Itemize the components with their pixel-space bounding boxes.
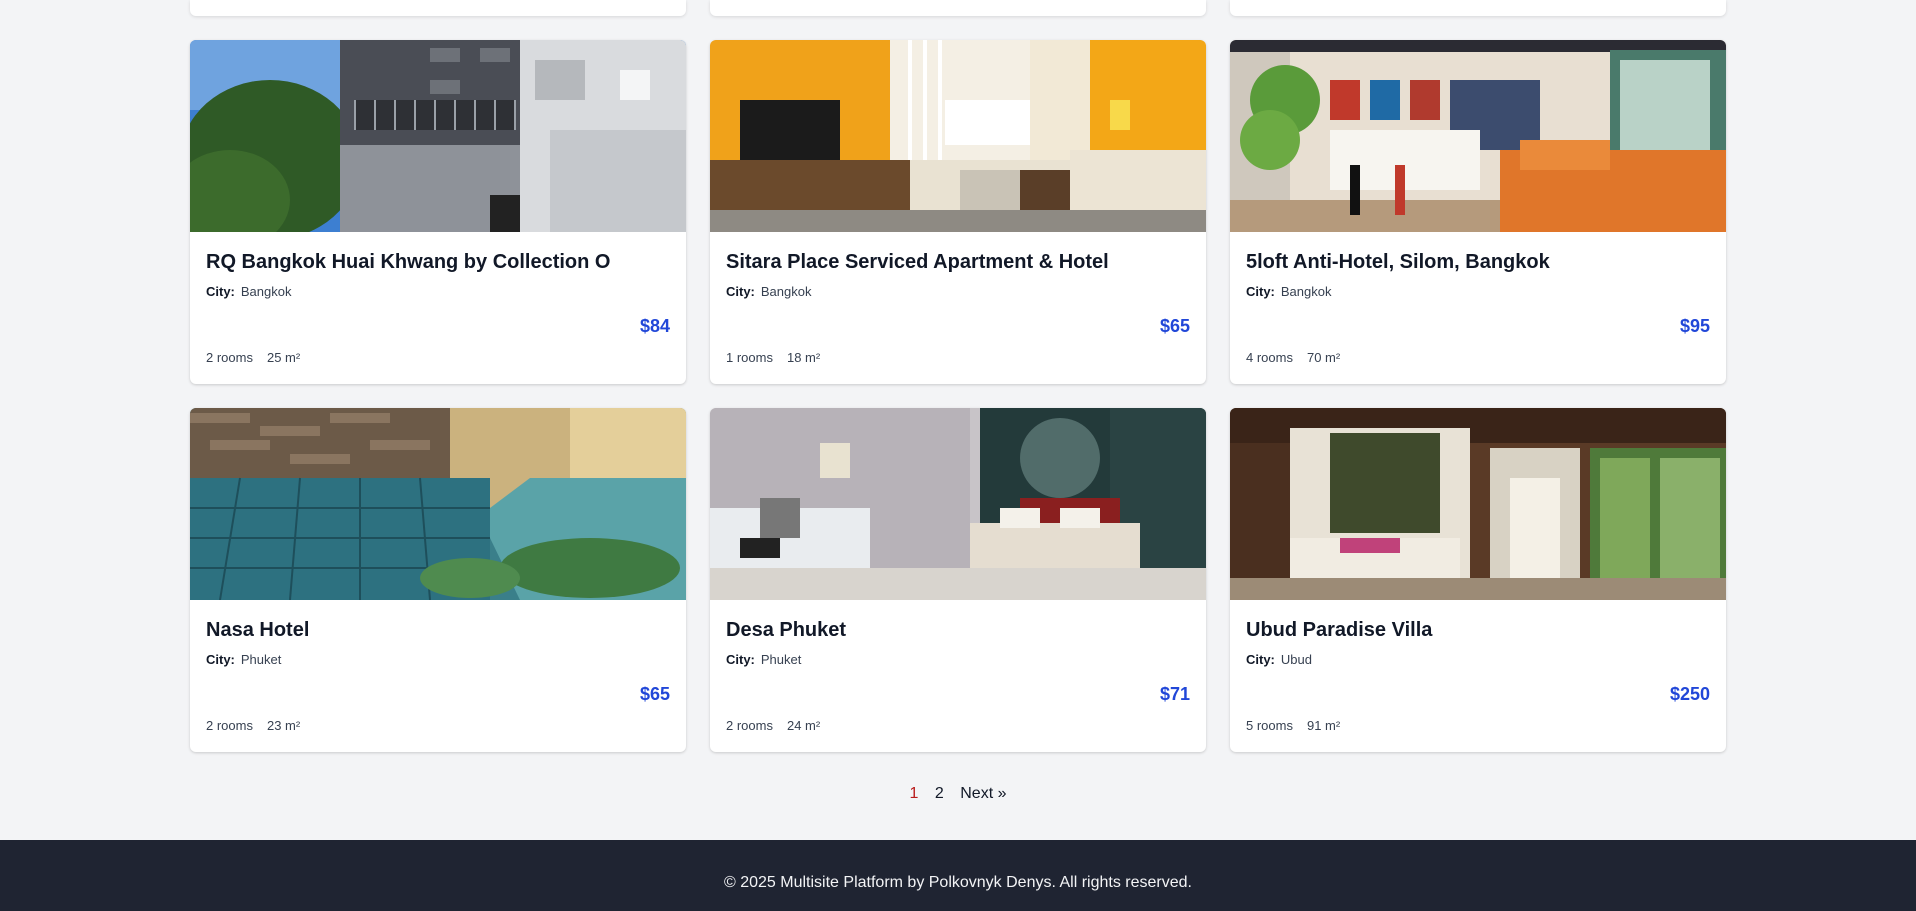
hotel-city: City: Bangkok [1246, 284, 1710, 300]
card-stub [1230, 0, 1726, 16]
hotel-card[interactable]: Ubud Paradise Villa City: Ubud $250 5 roo… [1230, 408, 1726, 752]
area-size: 18 m² [786, 350, 821, 365]
card-body: 5loft Anti-Hotel, Silom, Bangkok City: Ba… [1230, 232, 1726, 384]
hotel-photo[interactable] [710, 408, 1206, 600]
previous-row-stubs [190, 0, 1726, 16]
hotel-photo[interactable] [710, 40, 1206, 232]
hotel-city: City: Bangkok [206, 284, 670, 300]
city-value: Ubud [1280, 652, 1312, 667]
area-size: 91 m² [1306, 718, 1341, 733]
area-size: 25 m² [266, 350, 301, 365]
hotel-card[interactable]: Nasa Hotel City: Phuket $65 2 rooms 23 m² [190, 408, 686, 752]
hotel-photo[interactable] [190, 40, 686, 232]
hotel-card[interactable]: 5loft Anti-Hotel, Silom, Bangkok City: Ba… [1230, 40, 1726, 384]
page-2-link[interactable]: 2 [935, 785, 944, 802]
hotel-price: $84 [639, 316, 670, 336]
hotel-city: City: Phuket [206, 652, 670, 668]
hotel-name[interactable]: RQ Bangkok Huai Khwang by Collection O [206, 250, 670, 274]
area-size: 24 m² [786, 718, 821, 733]
hotel-city: City: Bangkok [726, 284, 1190, 300]
hotel-price: $71 [1159, 684, 1190, 704]
hotel-meta: 5 rooms 91 m² [1246, 718, 1340, 733]
hotel-name[interactable]: Sitara Place Serviced Apartment & Hotel [726, 250, 1190, 274]
city-value: Bangkok [1280, 284, 1332, 299]
city-value: Phuket [760, 652, 802, 667]
hotel-price: $95 [1679, 316, 1710, 336]
hotel-name[interactable]: 5loft Anti-Hotel, Silom, Bangkok [1246, 250, 1710, 274]
card-body: RQ Bangkok Huai Khwang by Collection O C… [190, 232, 686, 384]
city-label: City: [206, 652, 235, 667]
city-label: City: [726, 652, 755, 667]
hotel-name[interactable]: Desa Phuket [726, 618, 1190, 642]
footer-copyright: © 2025 Multisite Platform by Polkovnyk D… [724, 874, 1192, 891]
card-body: Ubud Paradise Villa City: Ubud $250 5 roo… [1230, 600, 1726, 752]
hotel-meta: 2 rooms 25 m² [206, 350, 300, 365]
hotel-card[interactable]: RQ Bangkok Huai Khwang by Collection O C… [190, 40, 686, 384]
city-value: Bangkok [240, 284, 292, 299]
rooms-count: 1 rooms [726, 350, 773, 365]
page-1-link[interactable]: 1 [910, 785, 919, 802]
card-stub [190, 0, 686, 16]
city-label: City: [206, 284, 235, 299]
rooms-count: 5 rooms [1246, 718, 1293, 733]
rooms-count: 4 rooms [1246, 350, 1293, 365]
card-body: Sitara Place Serviced Apartment & Hotel … [710, 232, 1206, 384]
card-body: Desa Phuket City: Phuket $71 2 rooms 24 m² [710, 600, 1206, 752]
area-size: 23 m² [266, 718, 301, 733]
hotel-photo[interactable] [1230, 408, 1726, 600]
hotel-meta: 4 rooms 70 m² [1246, 350, 1340, 365]
hotel-meta: 2 rooms 24 m² [726, 718, 820, 733]
hotel-price: $250 [1669, 684, 1710, 704]
rooms-count: 2 rooms [206, 718, 253, 733]
hotel-meta: 1 rooms 18 m² [726, 350, 820, 365]
hotel-name[interactable]: Ubud Paradise Villa [1246, 618, 1710, 642]
hotel-name[interactable]: Nasa Hotel [206, 618, 670, 642]
card-stub [710, 0, 1206, 16]
hotel-city: City: Phuket [726, 652, 1190, 668]
card-body: Nasa Hotel City: Phuket $65 2 rooms 23 m² [190, 600, 686, 752]
hotel-card[interactable]: Desa Phuket City: Phuket $71 2 rooms 24 m² [710, 408, 1206, 752]
hotel-price: $65 [639, 684, 670, 704]
hotel-card-grid: RQ Bangkok Huai Khwang by Collection O C… [190, 40, 1726, 752]
city-value: Bangkok [760, 284, 812, 299]
hotel-city: City: Ubud [1246, 652, 1710, 668]
city-label: City: [726, 284, 755, 299]
next-page-link[interactable]: Next » [960, 785, 1006, 802]
hotel-photo[interactable] [190, 408, 686, 600]
rooms-count: 2 rooms [726, 718, 773, 733]
hotel-meta: 2 rooms 23 m² [206, 718, 300, 733]
hotel-card[interactable]: Sitara Place Serviced Apartment & Hotel … [710, 40, 1206, 384]
rooms-count: 2 rooms [206, 350, 253, 365]
hotel-photo[interactable] [1230, 40, 1726, 232]
pagination: 1 2 Next » [0, 785, 1916, 803]
area-size: 70 m² [1306, 350, 1341, 365]
hotel-price: $65 [1159, 316, 1190, 336]
city-value: Phuket [240, 652, 282, 667]
footer: © 2025 Multisite Platform by Polkovnyk D… [0, 840, 1916, 911]
city-label: City: [1246, 284, 1275, 299]
city-label: City: [1246, 652, 1275, 667]
